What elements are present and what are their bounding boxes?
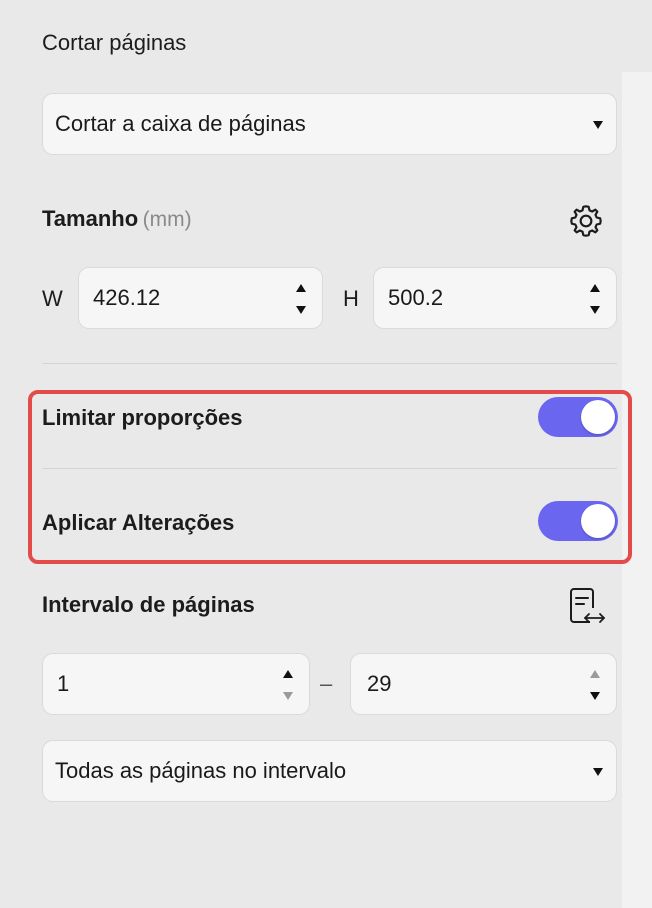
decrement-icon[interactable] bbox=[283, 692, 293, 700]
crop-mode-select[interactable]: Cortar a caixa de páginas bbox=[42, 93, 617, 155]
page-range-title: Intervalo de páginas bbox=[42, 592, 255, 617]
crop-mode-value: Cortar a caixa de páginas bbox=[55, 111, 306, 136]
range-from-arrows[interactable] bbox=[283, 670, 295, 700]
page-scope-value: Todas as páginas no intervalo bbox=[55, 758, 347, 783]
divider bbox=[42, 363, 617, 364]
range-separator: – bbox=[320, 671, 333, 696]
increment-icon[interactable] bbox=[590, 284, 600, 292]
width-value: 426.12 bbox=[93, 285, 161, 310]
decrement-icon[interactable] bbox=[590, 306, 600, 314]
size-title: Tamanho bbox=[42, 206, 139, 231]
width-label: W bbox=[42, 286, 63, 311]
increment-icon[interactable] bbox=[283, 670, 293, 678]
height-value: 500.2 bbox=[388, 285, 444, 310]
increment-icon[interactable] bbox=[296, 284, 306, 292]
highlight-box bbox=[28, 390, 632, 564]
width-stepper-arrows[interactable] bbox=[296, 284, 308, 314]
size-heading: Tamanho (mm) bbox=[42, 206, 192, 232]
range-to-value: 29 bbox=[367, 671, 392, 696]
range-to-stepper[interactable]: 29 bbox=[350, 653, 617, 715]
chevron-down-icon bbox=[593, 121, 603, 129]
height-label: H bbox=[343, 286, 359, 311]
gear-icon[interactable] bbox=[566, 201, 606, 241]
size-unit: (mm) bbox=[142, 208, 192, 231]
height-stepper[interactable]: 500.2 bbox=[373, 267, 617, 329]
increment-icon[interactable] bbox=[590, 670, 600, 678]
width-stepper[interactable]: 426.12 bbox=[78, 267, 323, 329]
crop-pages-title: Cortar páginas bbox=[42, 30, 187, 55]
range-to-arrows[interactable] bbox=[590, 670, 602, 700]
page-scope-select[interactable]: Todas as páginas no intervalo bbox=[42, 740, 617, 802]
range-from-stepper[interactable]: 1 bbox=[42, 653, 310, 715]
decrement-icon[interactable] bbox=[296, 306, 306, 314]
decrement-icon[interactable] bbox=[590, 692, 600, 700]
page-range-swap-icon[interactable] bbox=[566, 586, 608, 626]
height-stepper-arrows[interactable] bbox=[590, 284, 602, 314]
chevron-down-icon bbox=[593, 768, 603, 776]
range-from-value: 1 bbox=[57, 671, 70, 696]
